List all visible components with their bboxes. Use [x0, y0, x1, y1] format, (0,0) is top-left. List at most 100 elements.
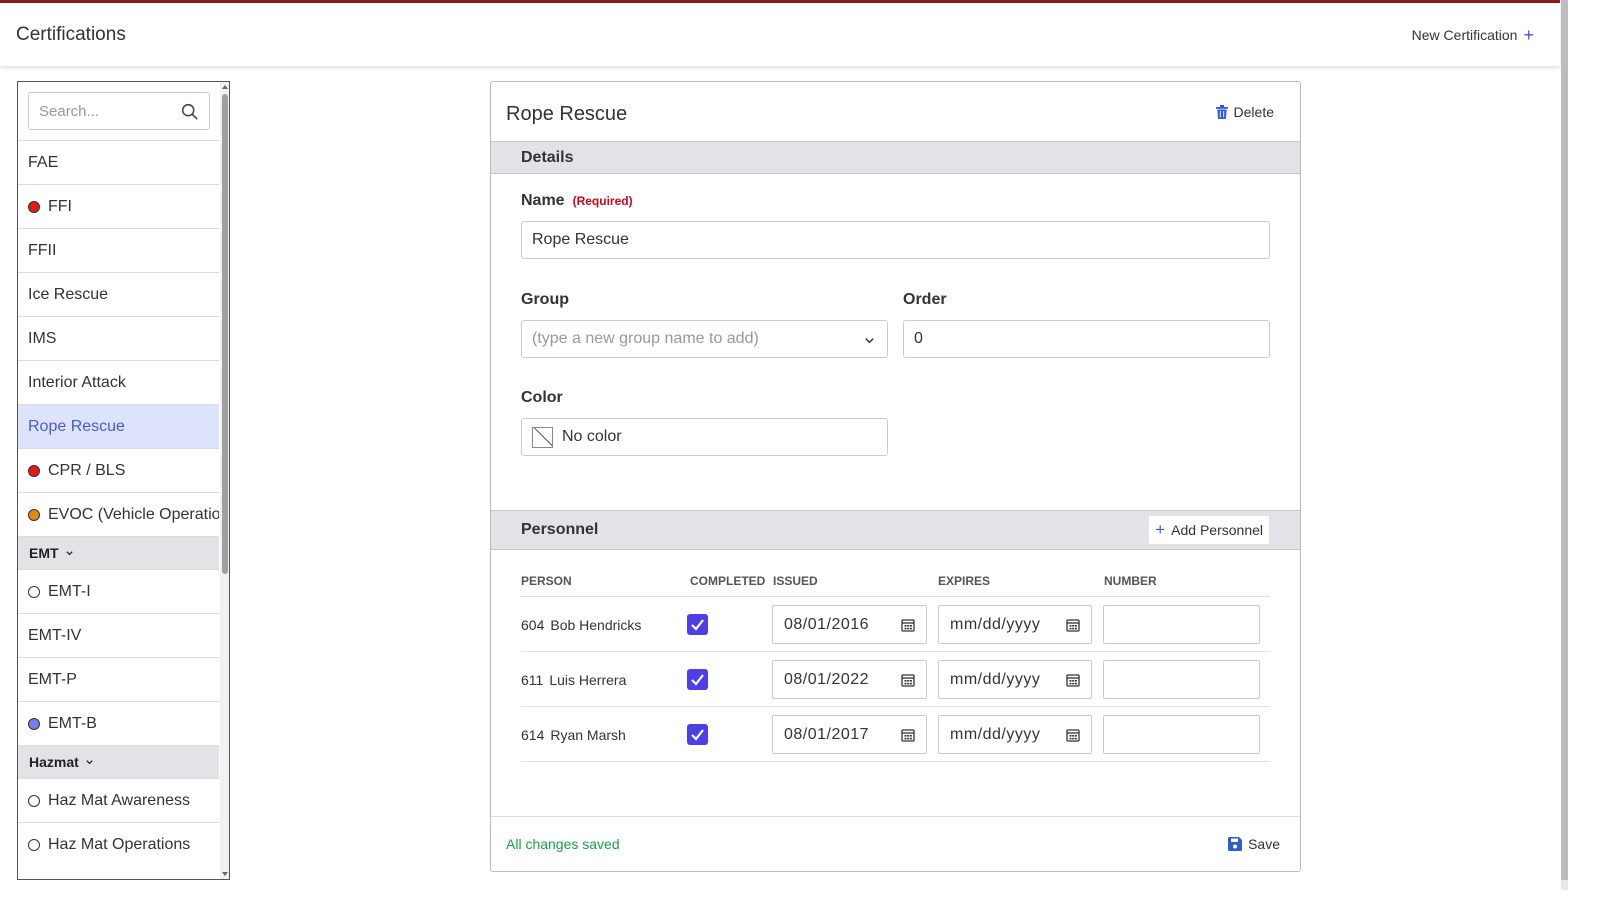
- color-picker[interactable]: No color: [521, 418, 888, 456]
- sidebar-item-label: Haz Mat Operations: [48, 835, 191, 853]
- person-fullname: Bob Hendricks: [550, 617, 642, 633]
- order-field[interactable]: [903, 320, 1270, 358]
- color-dot-icon: [28, 508, 40, 521]
- sidebar-item-label: FAE: [28, 153, 59, 171]
- group-select-placeholder: (type a new group name to add): [532, 330, 759, 347]
- person-name: 604 Bob Hendricks: [521, 617, 641, 633]
- scroll-down-arrow-icon[interactable]: [222, 872, 228, 876]
- certification-detail-panel: Rope Rescue Delete Details Name (Required…: [490, 81, 1301, 872]
- sidebar-item[interactable]: EMT-I: [18, 569, 219, 613]
- checkmark-icon: [691, 619, 704, 631]
- cert-number-input[interactable]: [1103, 715, 1260, 754]
- sidebar-group-header[interactable]: EMT: [18, 536, 219, 569]
- completed-checkbox[interactable]: [687, 724, 708, 745]
- person-number: 604: [521, 617, 545, 633]
- expires-date-value: mm/dd/yyyy: [950, 725, 1041, 743]
- cert-number-input[interactable]: [1103, 660, 1260, 699]
- save-button[interactable]: Save: [1228, 836, 1280, 852]
- new-certification-button[interactable]: New Certification +: [1411, 25, 1534, 45]
- calendar-icon[interactable]: [1066, 673, 1080, 687]
- save-status: All changes saved: [506, 836, 620, 852]
- top-bar: Certifications New Certification +: [0, 0, 1560, 66]
- sidebar-item[interactable]: IMS: [18, 316, 219, 360]
- table-row: 604 Bob Hendricks 08/01/2016 mm/dd/yyyy: [521, 597, 1270, 652]
- sidebar-item[interactable]: FAE: [18, 140, 219, 184]
- sidebar-item[interactable]: EMT-P: [18, 657, 219, 701]
- search-input[interactable]: [39, 102, 179, 120]
- certification-title: Rope Rescue: [506, 103, 628, 125]
- page-scrollbar-thumb[interactable]: [1561, 0, 1568, 880]
- person-name: 611 Luis Herrera: [521, 672, 626, 688]
- color-dot-icon: [28, 838, 40, 851]
- group-field-label: Group: [521, 291, 569, 308]
- calendar-icon[interactable]: [901, 673, 915, 687]
- save-label: Save: [1248, 836, 1280, 852]
- list-scrollbar[interactable]: [220, 82, 229, 879]
- sidebar-item[interactable]: Interior Attack: [18, 360, 219, 404]
- delete-button[interactable]: Delete: [1215, 104, 1274, 120]
- required-badge: (Required): [572, 194, 633, 208]
- group-select[interactable]: (type a new group name to add): [521, 320, 888, 358]
- sidebar-item-label: CPR / BLS: [48, 461, 126, 479]
- completed-checkbox[interactable]: [687, 614, 708, 635]
- issued-date-input[interactable]: 08/01/2022: [772, 660, 927, 699]
- column-header-number: NUMBER: [1104, 574, 1157, 588]
- sidebar-item[interactable]: Rope Rescue: [18, 404, 219, 448]
- personnel-section-header: Personnel + Add Personnel: [491, 510, 1300, 550]
- sidebar-item[interactable]: Ice Rescue: [18, 272, 219, 316]
- new-certification-label: New Certification: [1411, 27, 1518, 43]
- name-label-text: Name: [521, 192, 565, 209]
- calendar-icon[interactable]: [901, 618, 915, 632]
- table-row: 614 Ryan Marsh 08/01/2017 mm/dd/yyyy: [521, 707, 1270, 762]
- sidebar-item-label: Rope Rescue: [28, 417, 125, 435]
- calendar-icon[interactable]: [1066, 618, 1080, 632]
- sidebar-item-label: Haz Mat Awareness: [48, 791, 190, 809]
- sidebar-item-label: FFI: [48, 197, 72, 215]
- column-header-issued: ISSUED: [773, 574, 818, 588]
- add-personnel-label: Add Personnel: [1171, 522, 1263, 538]
- sidebar-group-label: EMT: [29, 545, 59, 561]
- expires-date-value: mm/dd/yyyy: [950, 615, 1041, 633]
- personnel-section-title: Personnel: [521, 521, 599, 538]
- add-personnel-button[interactable]: + Add Personnel: [1148, 515, 1270, 545]
- issued-date-input[interactable]: 08/01/2016: [772, 605, 927, 644]
- sidebar-item-label: EMT-P: [28, 670, 77, 688]
- search-icon[interactable]: [181, 103, 198, 120]
- person-fullname: Luis Herrera: [549, 672, 627, 688]
- sidebar-item-label: FFII: [28, 241, 57, 259]
- sidebar-item[interactable]: Haz Mat Awareness: [18, 778, 219, 822]
- sidebar-item-label: EVOC (Vehicle Operation: [48, 505, 219, 523]
- order-field-label: Order: [903, 291, 947, 308]
- issued-date-input[interactable]: 08/01/2017: [772, 715, 927, 754]
- color-field-label: Color: [521, 389, 563, 406]
- expires-date-input[interactable]: mm/dd/yyyy: [938, 605, 1092, 644]
- name-field[interactable]: [521, 221, 1270, 259]
- list-scrollbar-thumb[interactable]: [222, 94, 228, 574]
- calendar-icon[interactable]: [1066, 728, 1080, 742]
- expires-date-input[interactable]: mm/dd/yyyy: [938, 715, 1092, 754]
- color-dot-icon: [28, 717, 40, 730]
- completed-checkbox[interactable]: [687, 669, 708, 690]
- color-dot-icon: [28, 200, 40, 213]
- sidebar-item[interactable]: FFI: [18, 184, 219, 228]
- page-scrollbar[interactable]: [1561, 0, 1568, 890]
- sidebar-item-label: IMS: [28, 329, 57, 347]
- sidebar-item[interactable]: EVOC (Vehicle Operation: [18, 492, 219, 536]
- plus-icon: +: [1155, 520, 1166, 539]
- sidebar-item[interactable]: EMT-IV: [18, 613, 219, 657]
- scroll-up-arrow-icon[interactable]: [222, 85, 228, 89]
- color-dot-icon: [28, 464, 40, 477]
- sidebar-item-label: EMT-I: [48, 582, 91, 600]
- sidebar-item-label: EMT-B: [48, 714, 97, 732]
- sidebar-item[interactable]: Haz Mat Operations: [18, 822, 219, 866]
- sidebar-item[interactable]: CPR / BLS: [18, 448, 219, 492]
- sidebar-item[interactable]: EMT-B: [18, 701, 219, 745]
- certification-list: FAE FFI FFII Ice Rescue IMS Interior Attack Ro…: [18, 140, 219, 866]
- expires-date-input[interactable]: mm/dd/yyyy: [938, 660, 1092, 699]
- cert-number-input[interactable]: [1103, 605, 1260, 644]
- calendar-icon[interactable]: [901, 728, 915, 742]
- sidebar-item[interactable]: FFII: [18, 228, 219, 272]
- plus-icon: +: [1523, 25, 1534, 45]
- chevron-down-icon: [86, 759, 93, 764]
- sidebar-group-header[interactable]: Hazmat: [18, 745, 219, 778]
